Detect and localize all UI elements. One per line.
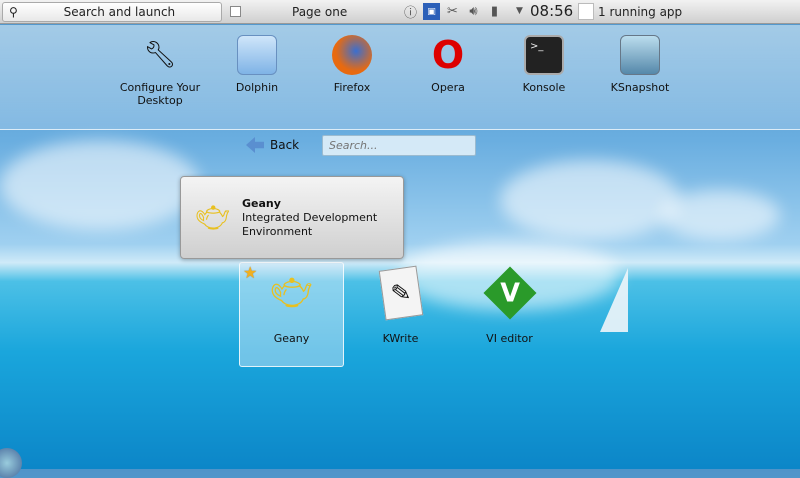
tooltip-geany: 🫖︎ Geany Integrated Development Environmen… — [180, 176, 404, 259]
result-vi-editor[interactable]: V VI editor — [457, 266, 562, 345]
sailboat-wallpaper — [600, 268, 628, 332]
tools-icon: 🔧︎ — [143, 40, 177, 70]
favorite-ksnapshot[interactable]: KSnapshot — [595, 35, 685, 94]
result-geany[interactable]: 🫖︎ Geany — [239, 268, 344, 345]
network-icon[interactable]: ▣ — [423, 3, 440, 20]
teapot-icon: 🫖︎ — [269, 273, 314, 313]
page-icon[interactable] — [230, 6, 241, 17]
teapot-icon: 🫖︎ — [195, 201, 231, 234]
corner-button[interactable] — [0, 448, 22, 478]
favorite-dolphin[interactable]: Dolphin — [212, 35, 302, 94]
vim-icon: V — [482, 266, 537, 320]
favorite-konsole[interactable]: >_ Konsole — [499, 35, 589, 94]
info-icon[interactable]: ⓘ — [402, 3, 419, 21]
tray-expand-icon[interactable]: ▼ — [516, 6, 523, 16]
favorite-opera[interactable]: O Opera — [403, 33, 493, 94]
battery-icon[interactable]: ▮ — [486, 3, 503, 20]
search-input[interactable] — [322, 135, 476, 156]
running-apps-button[interactable]: 1 running app — [578, 3, 682, 20]
favorite-configure-desktop[interactable]: 🔧︎ Configure Your Desktop — [115, 35, 205, 107]
opera-icon: O — [431, 33, 465, 77]
terminal-icon: >_ — [524, 35, 564, 75]
back-arrow-icon — [246, 137, 264, 153]
binoculars-icon: ⚲ — [9, 5, 18, 19]
klipper-icon[interactable]: ✂ — [444, 3, 461, 20]
firefox-icon — [332, 35, 372, 75]
top-panel: ⚲ Search and launch Page one ⓘ ▣ ✂ 🔊︎ ▮ … — [0, 0, 800, 24]
result-kwrite[interactable]: ✎ KWrite — [348, 265, 453, 345]
window-icon — [578, 3, 594, 20]
folder-icon — [237, 35, 277, 75]
favorite-firefox[interactable]: Firefox — [307, 35, 397, 94]
text-editor-icon: ✎ — [378, 265, 423, 321]
page-label[interactable]: Page one — [292, 5, 347, 19]
clock[interactable]: 08:56 — [530, 2, 573, 20]
camera-icon — [620, 35, 660, 75]
volume-icon[interactable]: 🔊︎ — [465, 3, 482, 20]
system-tray: ⓘ ▣ ✂ 🔊︎ ▮ — [402, 3, 503, 21]
search-and-launch-button[interactable]: ⚲ Search and launch — [2, 2, 222, 22]
favorites-bar: 🔧︎ Configure Your Desktop Dolphin Firefox… — [0, 25, 800, 130]
back-button[interactable]: Back — [246, 137, 299, 153]
